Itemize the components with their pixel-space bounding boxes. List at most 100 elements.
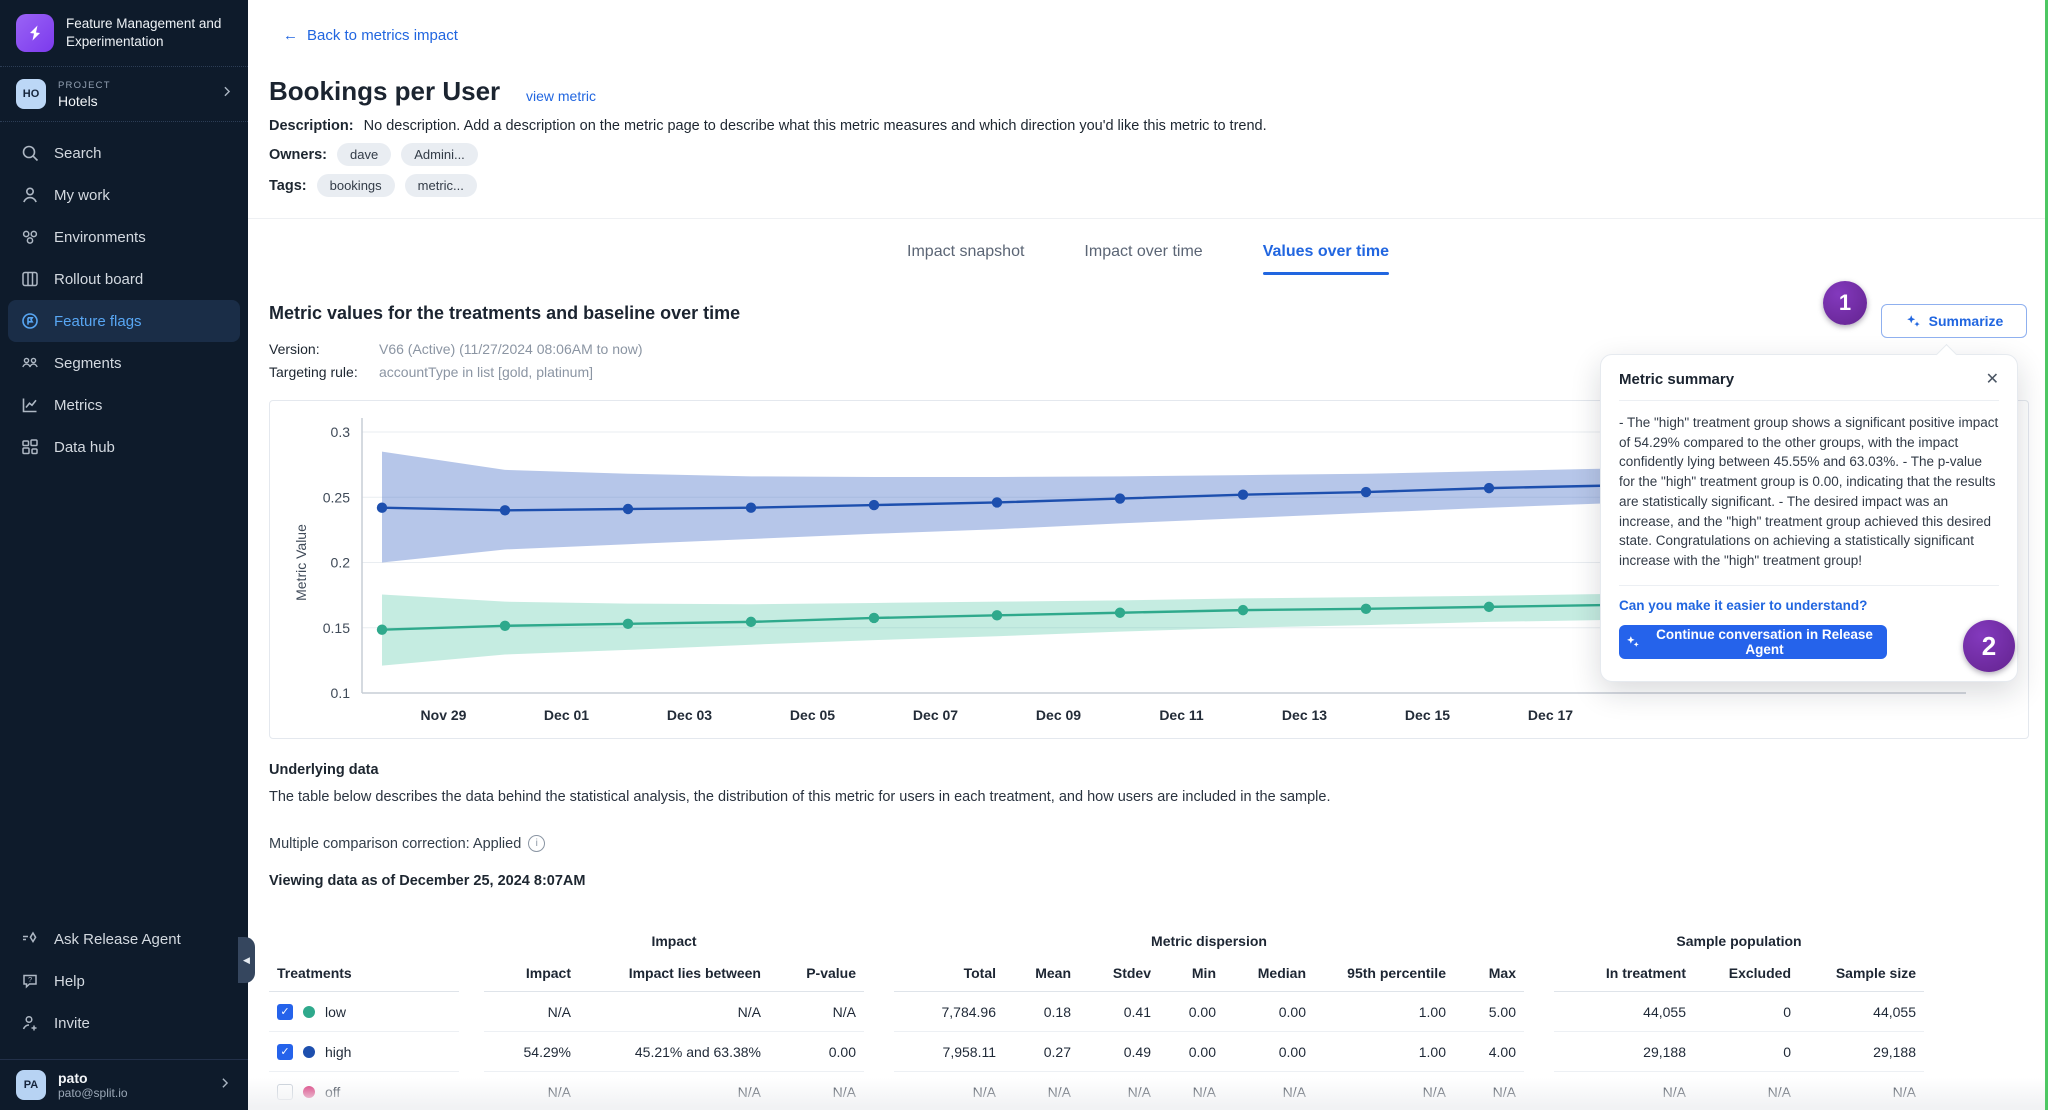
treatment-color-dot	[303, 1046, 315, 1058]
treatments-table: ImpactMetric dispersionSample population…	[269, 927, 1924, 1110]
release-agent-icon	[20, 929, 40, 949]
sidebar-item-rollout-board[interactable]: Rollout board	[8, 258, 240, 300]
chevron-right-icon	[218, 1076, 232, 1095]
person-plus-icon	[20, 1013, 40, 1033]
targeting-rule-row: Targeting rule: accountType in list [gol…	[269, 364, 593, 380]
treatment-checkbox[interactable]	[277, 1084, 293, 1100]
table-cell: 29,188	[1799, 1032, 1924, 1072]
tab-impact-over-time[interactable]: Impact over time	[1084, 243, 1202, 275]
treatments-table-container: ImpactMetric dispersionSample population…	[269, 927, 1988, 1110]
sidebar-item-label: Segments	[54, 355, 122, 372]
sidebar-footer-nav: Ask Release Agent ? Help Invite	[0, 918, 248, 1044]
tag-pill[interactable]: metric...	[405, 174, 477, 197]
sidebar-item-help[interactable]: ? Help	[8, 960, 240, 1002]
line-chart-icon	[20, 395, 40, 415]
summary-text: - The "high" treatment group shows a sig…	[1619, 401, 1999, 586]
table-cell: 0.41	[1079, 992, 1159, 1032]
avatar: PA	[16, 1070, 46, 1100]
sidebar-item-search[interactable]: Search	[8, 132, 240, 174]
sidebar-item-data-hub[interactable]: Data hub	[8, 426, 240, 468]
back-link[interactable]: ← Back to metrics impact	[283, 27, 458, 44]
sidebar-item-metrics[interactable]: Metrics	[8, 384, 240, 426]
tab-impact-snapshot[interactable]: Impact snapshot	[907, 243, 1024, 275]
project-switcher[interactable]: HO PROJECT Hotels	[0, 67, 248, 121]
popup-arrow	[1936, 344, 1957, 365]
treatment-checkbox[interactable]: ✓	[277, 1044, 293, 1060]
column-header: Impact lies between	[579, 955, 769, 992]
treatment-name: high	[325, 1044, 351, 1060]
column-header: Stdev	[1079, 955, 1159, 992]
sidebar-collapse-handle[interactable]: ◀	[238, 937, 255, 983]
treatment-name: off	[325, 1084, 340, 1100]
sidebar-item-segments[interactable]: Segments	[8, 342, 240, 384]
table-cell: 4.00	[1454, 1032, 1524, 1072]
svg-text:Dec 13: Dec 13	[1282, 707, 1327, 723]
user-account[interactable]: PA pato pato@split.io	[0, 1059, 248, 1110]
owner-pill[interactable]: Admini...	[401, 143, 478, 166]
table-cell: 0.00	[769, 1032, 864, 1072]
table-cell: N/A	[1314, 1072, 1454, 1110]
table-cell: N/A	[1554, 1072, 1694, 1110]
svg-text:Metric Value: Metric Value	[293, 524, 309, 601]
grid-icon	[20, 437, 40, 457]
sidebar-item-my-work[interactable]: My work	[8, 174, 240, 216]
svg-text:Dec 17: Dec 17	[1528, 707, 1573, 723]
sidebar-item-label: Search	[54, 145, 102, 162]
column-header: Excluded	[1694, 955, 1799, 992]
table-cell: 7,784.96	[894, 992, 1004, 1032]
column-header: Impact	[484, 955, 579, 992]
svg-text:Dec 01: Dec 01	[544, 707, 589, 723]
column-header: Max	[1454, 955, 1524, 992]
table-cell: 44,055	[1799, 992, 1924, 1032]
chevron-right-icon	[220, 85, 234, 104]
tab-values-over-time[interactable]: Values over time	[1263, 243, 1389, 275]
column-header: Mean	[1004, 955, 1079, 992]
summarize-button[interactable]: Summarize	[1881, 304, 2027, 338]
table-cell: 7,958.11	[894, 1032, 1004, 1072]
app-root: Feature Management and Experimentation H…	[0, 0, 2048, 1110]
sidebar-item-invite[interactable]: Invite	[8, 1002, 240, 1044]
person-icon	[20, 185, 40, 205]
sidebar-item-environments[interactable]: Environments	[8, 216, 240, 258]
table-cell: 1.00	[1314, 992, 1454, 1032]
svg-text:Dec 09: Dec 09	[1036, 707, 1081, 723]
sidebar-item-label: Feature flags	[54, 313, 142, 330]
tags-row: Tags: bookings metric...	[269, 174, 477, 197]
brand-title: Feature Management and Experimentation	[66, 15, 232, 50]
sidebar-item-ask-release-agent[interactable]: Ask Release Agent	[8, 918, 240, 960]
column-header: In treatment	[1554, 955, 1694, 992]
table-cell: N/A	[484, 1072, 579, 1110]
easier-to-understand-link[interactable]: Can you make it easier to understand?	[1619, 598, 1999, 613]
table-cell: 1.00	[1314, 1032, 1454, 1072]
sidebar-item-feature-flags[interactable]: Feature flags	[8, 300, 240, 342]
sparkles-icon	[1905, 313, 1921, 329]
table-cell: 0	[1694, 992, 1799, 1032]
popup-title: Metric summary	[1619, 371, 1734, 388]
version-value: V66 (Active) (11/27/2024 08:06AM to now)	[379, 341, 643, 357]
table-cell: 0.00	[1224, 992, 1314, 1032]
sidebar-item-label: My work	[54, 187, 110, 204]
info-icon[interactable]: i	[528, 835, 545, 852]
description-row: Description: No description. Add a descr…	[269, 118, 1267, 134]
view-metric-link[interactable]: view metric	[526, 88, 596, 104]
svg-text:0.1: 0.1	[331, 685, 351, 701]
table-cell: 0.18	[1004, 992, 1079, 1032]
svg-text:Nov 29: Nov 29	[421, 707, 467, 723]
table-cell: N/A	[484, 992, 579, 1032]
tags-label: Tags:	[269, 178, 307, 194]
step-badge-2: 2	[1963, 620, 2015, 672]
treatment-checkbox[interactable]: ✓	[277, 1004, 293, 1020]
table-cell: N/A	[1799, 1072, 1924, 1110]
owners-label: Owners:	[269, 147, 327, 163]
continue-conversation-button[interactable]: Continue conversation in Release Agent	[1619, 625, 1887, 659]
split-logo-icon	[16, 14, 54, 52]
tab-bar: Impact snapshot Impact over time Values …	[248, 243, 2048, 275]
brand: Feature Management and Experimentation	[0, 0, 248, 66]
close-icon[interactable]: ✕	[1986, 372, 1999, 388]
owner-pill[interactable]: dave	[337, 143, 391, 166]
step-badge-1: 1	[1823, 281, 1867, 325]
table-cell: 0	[1694, 1032, 1799, 1072]
column-header: Treatments	[269, 955, 459, 992]
environments-icon	[20, 227, 40, 247]
tag-pill[interactable]: bookings	[317, 174, 395, 197]
